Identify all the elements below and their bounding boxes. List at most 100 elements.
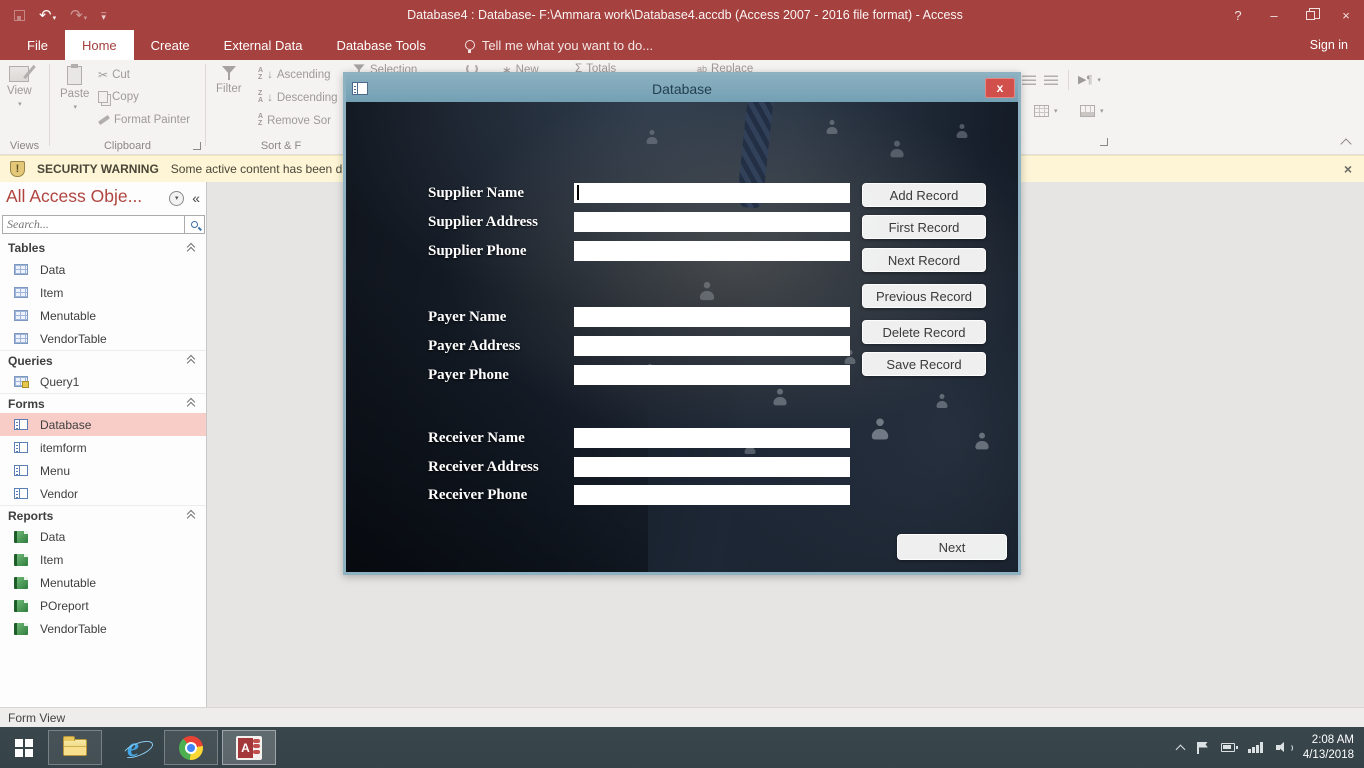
taskbar: e A 2:08 AM 4/13/2018 <box>0 727 1364 768</box>
nav-item-report-item[interactable]: Item <box>0 548 206 571</box>
undo-button[interactable]: ↶▾ <box>39 6 56 25</box>
section-label: Tables <box>8 241 45 255</box>
supplier-address-input[interactable] <box>574 212 850 232</box>
receiver-address-input[interactable] <box>574 457 850 477</box>
window-controls: ? – × <box>1220 0 1364 30</box>
receiver-name-input[interactable] <box>574 428 850 448</box>
nav-item-report-menutable[interactable]: Menutable <box>0 571 206 594</box>
dismiss-warning-icon[interactable]: × <box>1344 161 1352 177</box>
first-record-button[interactable]: First Record <box>862 215 986 239</box>
section-header-queries[interactable]: Queries <box>0 350 206 370</box>
next-page-button[interactable]: Next <box>897 534 1007 560</box>
shutter-close-icon[interactable]: « <box>192 190 200 206</box>
taskbar-file-explorer[interactable] <box>48 730 102 765</box>
item-label: Data <box>40 263 65 277</box>
nav-item-table-menutable[interactable]: Menutable <box>0 304 206 327</box>
payer-phone-input[interactable] <box>574 365 850 385</box>
payer-name-input[interactable] <box>574 307 850 327</box>
network-signal-icon[interactable] <box>1248 742 1263 753</box>
sound-wave-icon <box>1286 744 1293 752</box>
paste-button[interactable]: Paste ▾ <box>60 66 89 111</box>
text-formatting-dialog-launcher-icon[interactable] <box>1100 138 1108 146</box>
taskbar-access[interactable]: A <box>222 730 276 765</box>
sign-in-link[interactable]: Sign in <box>1310 30 1348 60</box>
tab-home[interactable]: Home <box>65 30 134 60</box>
format-painter-label: Format Painter <box>114 114 190 126</box>
nav-item-form-menu[interactable]: Menu <box>0 459 206 482</box>
action-center-flag-icon[interactable] <box>1197 742 1208 754</box>
copy-button[interactable]: Copy <box>98 91 139 103</box>
supplier-phone-input[interactable] <box>574 241 850 261</box>
text-direction-button[interactable]: ▶¶ ▾ <box>1078 73 1101 86</box>
view-button[interactable]: View ▾ <box>7 66 32 108</box>
nav-item-table-item[interactable]: Item <box>0 281 206 304</box>
increase-indent-button[interactable] <box>1044 75 1058 85</box>
filter-button[interactable]: Filter <box>216 66 242 95</box>
search-input[interactable] <box>3 216 184 233</box>
delete-record-button[interactable]: Delete Record <box>862 320 986 344</box>
show-hidden-icons-chevron[interactable] <box>1176 744 1186 754</box>
supplier-name-input[interactable] <box>574 183 850 203</box>
copy-label: Copy <box>112 91 139 103</box>
tab-create[interactable]: Create <box>134 30 207 60</box>
taskbar-clock[interactable]: 2:08 AM 4/13/2018 <box>1303 733 1354 763</box>
gridlines-button[interactable]: ▾ <box>1034 105 1058 117</box>
payer-address-input[interactable] <box>574 336 850 356</box>
system-tray: 2:08 AM 4/13/2018 <box>1177 727 1364 768</box>
ascending-button[interactable]: AZ ↓ Ascending <box>258 68 331 81</box>
clipboard-dialog-launcher-icon[interactable] <box>193 142 201 150</box>
nav-item-form-vendor[interactable]: Vendor <box>0 482 206 505</box>
nav-item-form-itemform[interactable]: itemform <box>0 436 206 459</box>
restore-button[interactable] <box>1292 0 1328 30</box>
battery-icon[interactable] <box>1221 743 1235 752</box>
tell-me-box[interactable]: Tell me what you want to do... <box>465 30 653 60</box>
window-title: Database4 : Database- F:\Ammara work\Dat… <box>150 8 1220 22</box>
payer-name-label: Payer Name <box>428 307 506 327</box>
nav-item-form-database[interactable]: Database <box>0 413 206 436</box>
help-button[interactable]: ? <box>1220 0 1256 30</box>
nav-item-query-query1[interactable]: Query1 <box>0 370 206 393</box>
format-painter-button[interactable]: Format Painter <box>98 114 190 126</box>
alternate-row-color-button[interactable]: ▾ <box>1080 105 1104 117</box>
tab-database-tools[interactable]: Database Tools <box>319 30 442 60</box>
nav-item-report-poreport[interactable]: POreport <box>0 594 206 617</box>
section-header-reports[interactable]: Reports <box>0 505 206 525</box>
save-icon[interactable] <box>14 10 25 21</box>
nav-menu-dropdown-icon[interactable]: ▾ <box>169 191 184 206</box>
collapse-ribbon-icon[interactable] <box>1340 138 1351 149</box>
section-header-forms[interactable]: Forms <box>0 393 206 413</box>
nav-item-table-vendortable[interactable]: VendorTable <box>0 327 206 350</box>
start-button[interactable] <box>0 727 48 768</box>
close-button[interactable]: × <box>1328 0 1364 30</box>
speaker-icon[interactable] <box>1276 742 1290 753</box>
person-silhouette-decoration <box>646 130 658 144</box>
save-record-button[interactable]: Save Record <box>862 352 986 376</box>
descending-button[interactable]: ZA ↓ Descending <box>258 91 338 104</box>
collapse-section-icon <box>187 356 196 365</box>
search-button[interactable] <box>184 216 204 233</box>
next-record-button[interactable]: Next Record <box>862 248 986 272</box>
cut-button[interactable]: ✂ Cut <box>98 68 130 82</box>
receiver-phone-input[interactable] <box>574 485 850 505</box>
minimize-button[interactable]: – <box>1256 0 1292 30</box>
redo-button[interactable]: ↷▾ <box>70 6 87 25</box>
decrease-indent-button[interactable] <box>1022 75 1036 85</box>
customize-qat-button[interactable]: ‒▾ <box>101 10 106 20</box>
previous-record-button[interactable]: Previous Record <box>862 284 986 308</box>
person-silhouette-decoration <box>871 419 889 440</box>
remove-sort-button[interactable]: AZ Remove Sor <box>258 114 331 127</box>
add-record-button[interactable]: Add Record <box>862 183 986 207</box>
tab-file[interactable]: File <box>10 30 65 60</box>
section-header-tables[interactable]: Tables <box>0 238 206 258</box>
paste-label: Paste <box>60 88 89 100</box>
dialog-close-button[interactable]: x <box>985 78 1015 98</box>
taskbar-internet-explorer[interactable]: e <box>106 730 160 765</box>
taskbar-chrome[interactable] <box>164 730 218 765</box>
sort-filter-group-label: Sort & F <box>206 140 356 152</box>
nav-search-box <box>2 215 205 234</box>
separator <box>1068 70 1069 90</box>
tab-external-data[interactable]: External Data <box>207 30 320 60</box>
nav-item-table-data[interactable]: Data <box>0 258 206 281</box>
nav-item-report-data[interactable]: Data <box>0 525 206 548</box>
nav-item-report-vendortable[interactable]: VendorTable <box>0 617 206 640</box>
